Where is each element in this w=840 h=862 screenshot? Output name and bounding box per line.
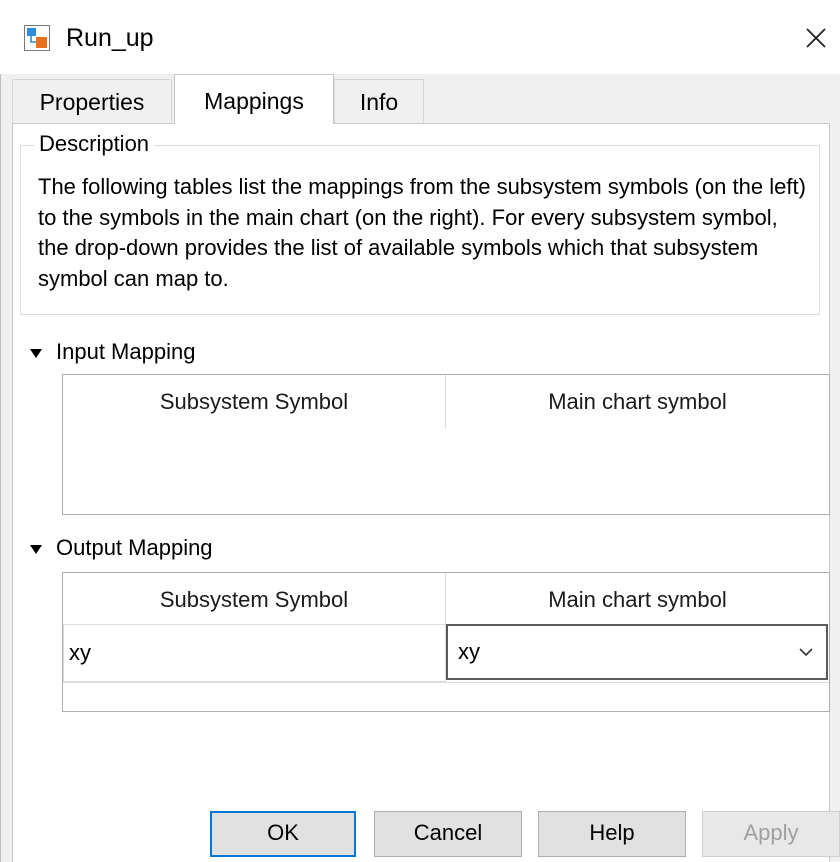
tab-info[interactable]: Info bbox=[334, 79, 424, 123]
tab-properties[interactable]: Properties bbox=[12, 79, 172, 123]
row-divider bbox=[63, 682, 829, 683]
input-mapping-toggle[interactable]: Input Mapping bbox=[30, 336, 195, 368]
column-header-main-chart-symbol: Main chart symbol bbox=[548, 587, 727, 612]
chevron-down-icon bbox=[799, 648, 813, 657]
output-mapping-title: Output Mapping bbox=[56, 535, 213, 560]
description-text: The following tables list the mappings f… bbox=[38, 174, 806, 291]
help-button[interactable]: Help bbox=[538, 811, 686, 857]
apply-button[interactable]: Apply bbox=[702, 811, 840, 857]
input-mapping-table: Subsystem Symbol Main chart symbol bbox=[62, 374, 830, 515]
column-header-main-chart-symbol: Main chart symbol bbox=[548, 389, 727, 414]
column-header-subsystem-symbol: Subsystem Symbol bbox=[159, 587, 349, 612]
description-title: Description bbox=[34, 128, 155, 160]
expand-triangle-icon bbox=[30, 544, 42, 554]
output-mapping-toggle[interactable]: Output Mapping bbox=[30, 532, 213, 564]
expand-triangle-icon bbox=[30, 348, 42, 358]
cancel-button[interactable]: Cancel bbox=[374, 811, 522, 857]
input-mapping-title: Input Mapping bbox=[56, 339, 196, 364]
close-button[interactable] bbox=[796, 18, 836, 58]
tab-mappings[interactable]: Mappings bbox=[174, 74, 334, 124]
subsystem-symbol-cell: xy bbox=[63, 624, 446, 682]
close-icon bbox=[806, 28, 826, 48]
column-header-subsystem-symbol: Subsystem Symbol bbox=[159, 389, 349, 414]
stateflow-chart-icon bbox=[24, 25, 50, 51]
ok-button[interactable]: OK bbox=[210, 811, 356, 857]
main-chart-symbol-dropdown[interactable]: xy bbox=[446, 624, 828, 680]
window-title: Run_up bbox=[66, 24, 154, 52]
